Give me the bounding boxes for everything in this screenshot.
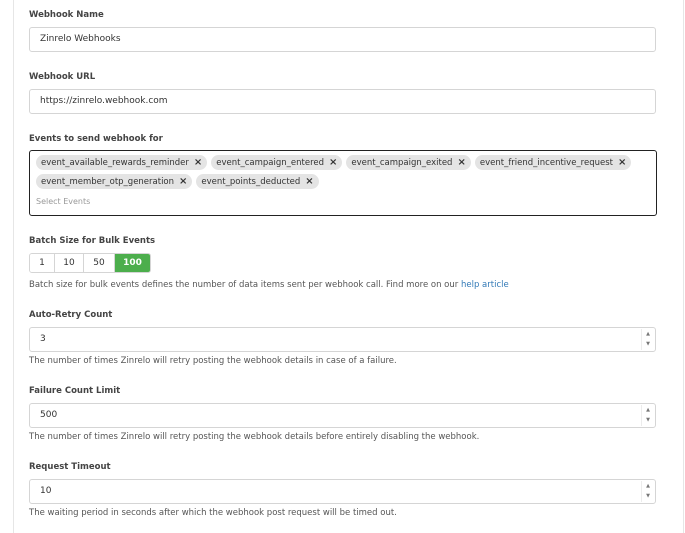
- spinner-down-icon[interactable]: ▼: [642, 340, 654, 351]
- spinner-down-icon[interactable]: ▼: [642, 416, 654, 427]
- batch-size-help-text: Batch size for bulk events defines the n…: [29, 280, 461, 290]
- event-tag-label: event_member_otp_generation: [41, 176, 175, 187]
- event-tag-label: event_campaign_entered: [216, 157, 325, 168]
- event-tag: event_campaign_entered ×: [211, 155, 343, 170]
- close-icon[interactable]: ×: [329, 157, 337, 168]
- help-article-link[interactable]: help article: [461, 280, 509, 290]
- webhook-url-input[interactable]: https://zinrelo.webhook.com: [29, 89, 656, 114]
- close-icon[interactable]: ×: [305, 176, 313, 187]
- webhook-name-input[interactable]: Zinrelo Webhooks: [29, 27, 656, 52]
- close-icon[interactable]: ×: [194, 157, 202, 168]
- auto-retry-help: The number of times Zinrelo will retry p…: [29, 356, 397, 366]
- failure-limit-value: 500: [40, 410, 58, 420]
- batch-size-option-50[interactable]: 50: [84, 254, 115, 272]
- request-timeout-spinner[interactable]: ▲ ▼: [641, 481, 654, 502]
- batch-size-option-100[interactable]: 100: [115, 254, 150, 272]
- request-timeout-help: The waiting period in seconds after whic…: [29, 508, 397, 518]
- event-tag: event_available_rewards_reminder ×: [36, 155, 208, 170]
- events-label: Events to send webhook for: [29, 134, 163, 144]
- close-icon[interactable]: ×: [179, 176, 187, 187]
- close-icon[interactable]: ×: [457, 157, 465, 168]
- webhook-name-label: Webhook Name: [29, 10, 104, 20]
- request-timeout-input[interactable]: 10 ▲ ▼: [29, 479, 656, 504]
- batch-size-selector: 1 10 50 100: [29, 253, 151, 273]
- auto-retry-spinner[interactable]: ▲ ▼: [641, 329, 654, 350]
- event-tag: event_friend_incentive_request ×: [474, 155, 632, 170]
- failure-limit-input[interactable]: 500 ▲ ▼: [29, 403, 656, 428]
- webhook-url-label: Webhook URL: [29, 72, 96, 82]
- event-tag-label: event_available_rewards_reminder: [41, 157, 189, 168]
- auto-retry-label: Auto-Retry Count: [29, 310, 113, 320]
- batch-size-option-1[interactable]: 1: [30, 254, 55, 272]
- auto-retry-value: 3: [40, 334, 46, 344]
- event-tag: event_campaign_exited ×: [346, 155, 471, 170]
- event-tag-label: event_campaign_exited: [351, 157, 453, 168]
- event-tag-label: event_points_deducted: [201, 176, 301, 187]
- batch-size-option-10[interactable]: 10: [55, 254, 84, 272]
- request-timeout-value: 10: [40, 486, 52, 496]
- failure-limit-help: The number of times Zinrelo will retry p…: [29, 432, 480, 442]
- batch-size-label: Batch Size for Bulk Events: [29, 236, 156, 246]
- event-tags: event_available_rewards_reminder × event_…: [36, 155, 646, 189]
- event-tag: event_member_otp_generation ×: [36, 174, 193, 189]
- event-tag: event_points_deducted ×: [196, 174, 319, 189]
- auto-retry-input[interactable]: 3 ▲ ▼: [29, 327, 656, 352]
- events-multiselect[interactable]: event_available_rewards_reminder × event_…: [29, 150, 657, 216]
- close-icon[interactable]: ×: [618, 157, 626, 168]
- spinner-up-icon[interactable]: ▲: [642, 329, 654, 340]
- spinner-up-icon[interactable]: ▲: [642, 481, 654, 492]
- event-tag-label: event_friend_incentive_request: [479, 157, 613, 168]
- failure-limit-spinner[interactable]: ▲ ▼: [641, 405, 654, 426]
- spinner-up-icon[interactable]: ▲: [642, 405, 654, 416]
- events-search-input[interactable]: Select Events: [36, 197, 90, 206]
- request-timeout-label: Request Timeout: [29, 462, 111, 472]
- failure-limit-label: Failure Count Limit: [29, 386, 121, 396]
- batch-size-help: Batch size for bulk events defines the n…: [29, 280, 509, 290]
- spinner-down-icon[interactable]: ▼: [642, 492, 654, 503]
